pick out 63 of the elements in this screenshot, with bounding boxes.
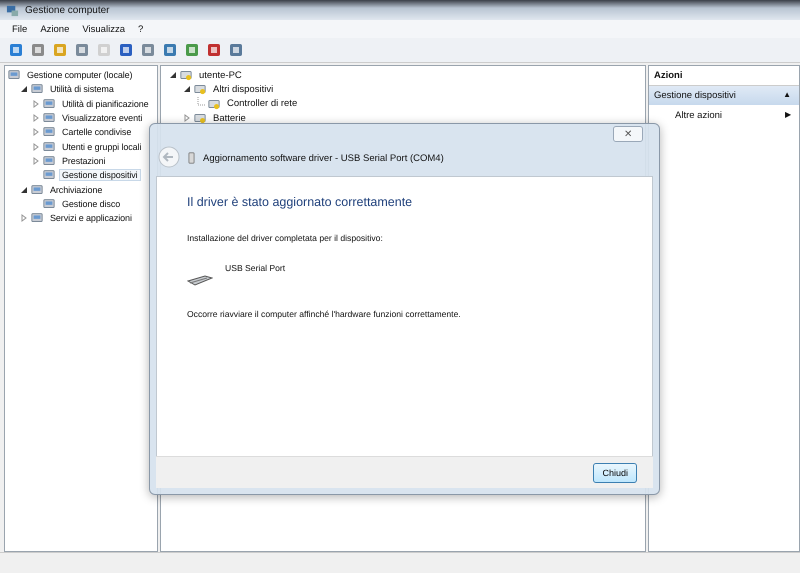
device-icon	[180, 69, 192, 82]
serial-port-icon	[187, 273, 213, 287]
close-dialog-button[interactable]: Chiudi	[593, 462, 637, 482]
toolbar-icon[interactable]	[140, 42, 156, 58]
toolbar-icon[interactable]	[30, 42, 46, 58]
restart-note: Occorre riavviare il computer affinché l'hardware funzioni correttamente.	[187, 309, 462, 319]
node-icon	[31, 83, 43, 96]
tree-item[interactable]: Visualizzatore eventi	[59, 112, 146, 124]
action-link[interactable]: Altre azioni	[675, 110, 722, 121]
intro-text: Installazione del driver completata per il dispositivo:	[187, 233, 384, 243]
actions-section[interactable]: Gestione dispositivi ▲	[649, 86, 799, 105]
computer-management-icon	[6, 4, 19, 16]
menu-item[interactable]: Azione	[40, 24, 70, 34]
toolbar-icon[interactable]	[162, 42, 178, 58]
node-icon	[43, 169, 55, 182]
node-icon	[43, 98, 55, 110]
device-icon	[208, 98, 220, 110]
dialog-title: Aggiornamento software driver - USB Serial Port (COM4)	[203, 153, 444, 164]
window-title: Gestione computer	[25, 4, 110, 16]
device-icon	[194, 112, 206, 124]
collapse-arrow[interactable]: ▲	[783, 90, 791, 101]
node-icon	[43, 126, 55, 138]
tree-item[interactable]: Gestione computer (locale)	[24, 69, 136, 82]
menu-item[interactable]: Visualizza	[82, 24, 125, 34]
expand-arrow-icon[interactable]	[20, 186, 28, 194]
node-icon	[43, 140, 55, 153]
node-icon	[43, 154, 55, 167]
tree-item[interactable]: Gestione dispositivi	[59, 169, 141, 182]
tree-item[interactable]: utente-PC	[196, 68, 245, 82]
submenu-arrow[interactable]: ▶	[785, 110, 791, 121]
expand-arrow-icon[interactable]	[183, 85, 191, 94]
tree-item[interactable]: Utilità di pianificazione	[59, 98, 152, 110]
close-button[interactable]: ✕	[613, 126, 643, 142]
device-name: USB Serial Port	[225, 263, 286, 273]
toolbar-icon[interactable]	[184, 42, 200, 58]
tree-item[interactable]: Utenti e gruppi locali	[59, 140, 144, 153]
usb-device-icon	[188, 152, 195, 164]
expand-arrow-icon[interactable]	[169, 71, 177, 80]
toolbar-icon[interactable]	[74, 42, 90, 58]
node-icon	[8, 69, 20, 82]
node-icon	[43, 198, 55, 210]
menu-item[interactable]: File	[12, 24, 28, 34]
device-icon	[194, 83, 206, 96]
toolbar-icon[interactable]	[206, 42, 222, 58]
expand-arrow-icon[interactable]	[20, 85, 28, 94]
menu-item[interactable]: ?	[138, 24, 144, 34]
section-label: Gestione dispositivi	[654, 90, 736, 101]
toolbar-icon[interactable]	[118, 42, 134, 58]
tree-item[interactable]: Controller di rete	[224, 97, 300, 110]
tree-item[interactable]: Servizi e applicazioni	[47, 212, 135, 224]
tree-item[interactable]: Altri dispositivi	[210, 82, 276, 96]
tree-item[interactable]: Prestazioni	[59, 154, 108, 167]
toolbar-icon[interactable]	[8, 42, 24, 58]
node-icon	[31, 212, 43, 224]
tree-item[interactable]: Cartelle condivise	[59, 126, 134, 138]
tree-item[interactable]: Archiviazione	[47, 184, 106, 196]
node-icon	[31, 184, 43, 196]
tree-item[interactable]: Utilità di sistema	[47, 83, 117, 96]
toolbar-icon[interactable]	[228, 42, 244, 58]
dialog-heading: Il driver è stato aggiornato correttamente	[187, 195, 414, 209]
tree-item[interactable]: Batterie	[210, 112, 249, 125]
node-icon	[43, 112, 55, 124]
tree-item[interactable]: Gestione disco	[59, 198, 124, 210]
